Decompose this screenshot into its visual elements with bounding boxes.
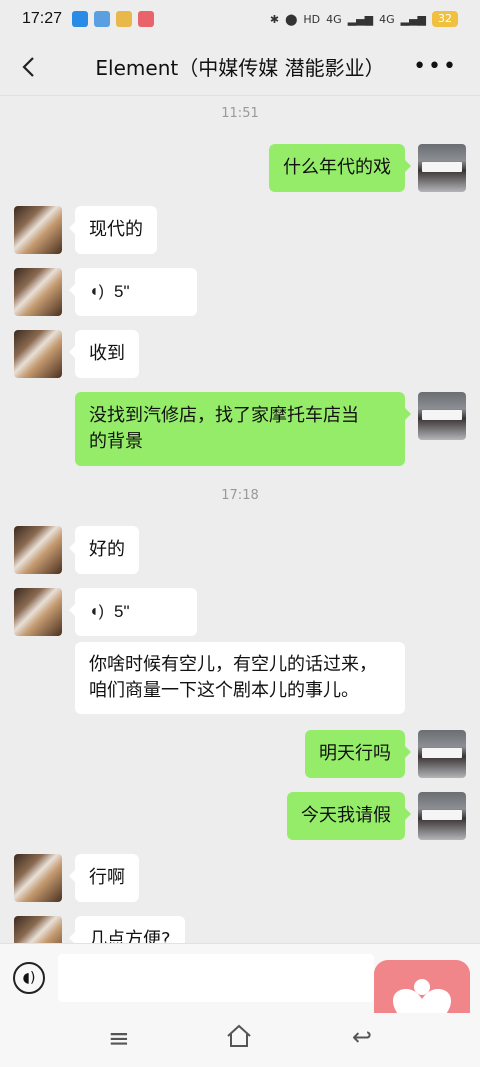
back-button[interactable] [14, 52, 44, 82]
system-nav-bar: ≡ ↩ [0, 1013, 480, 1067]
voice-message[interactable]: ◖) 5" [69, 268, 197, 316]
signal-icon: ▂▄▆ [347, 12, 374, 26]
menu-icon: ≡ [108, 1024, 130, 1054]
voice-input-button[interactable]: ◖) [13, 962, 45, 994]
chat-header: Element（中媒传媒 潜能影业） ••• [0, 38, 480, 96]
home-button[interactable] [225, 1023, 253, 1056]
message-bubble[interactable]: 好的 [69, 526, 139, 574]
avatar[interactable] [14, 268, 62, 316]
status-right: ✱ ⬤ HD 4G ▂▄▆ 4G ▂▄▆ 32 [270, 11, 458, 27]
timestamp: 17:18 [221, 488, 259, 503]
notification-icons [72, 11, 155, 27]
message-bubble[interactable]: 几点方便? [69, 916, 185, 943]
app-notification-icon [138, 11, 155, 27]
status-bar: 17:27 ✱ ⬤ HD 4G ▂▄▆ 4G ▂▄▆ 32 [0, 0, 480, 38]
message-bubble[interactable]: 你啥时候有空儿，有空儿的话过来， 咱们商量一下这个剧本儿的事儿。 [75, 642, 405, 714]
message-bubble[interactable]: 行啊 [69, 854, 139, 902]
message-bubble[interactable]: 没找到汽修店，找了家摩托车店当 的背景 [75, 392, 411, 466]
voice-wave-icon: ◖) [89, 603, 104, 620]
message-bubble[interactable]: 今天我请假 [287, 792, 411, 840]
message-bubble[interactable]: 现代的 [69, 206, 157, 254]
app-notification-icon [72, 11, 89, 27]
signal-icon: ▂▄▆ [400, 12, 426, 26]
message-bubble[interactable]: 收到 [69, 330, 139, 378]
voice-duration: 5" [114, 282, 130, 301]
message-input[interactable] [58, 954, 374, 1002]
avatar[interactable] [14, 916, 62, 943]
network-label-1: 4G [326, 12, 342, 26]
app-notification-icon [94, 11, 111, 27]
more-button[interactable]: ••• [413, 52, 458, 82]
hd-icon: HD [303, 12, 321, 26]
chevron-left-icon [22, 57, 34, 77]
avatar[interactable] [418, 144, 466, 192]
bluetooth-icon: ✱ [269, 12, 280, 26]
voice-wave-icon: ◖) [89, 283, 104, 300]
home-icon [227, 1024, 251, 1047]
message-line: 咱们商量一下这个剧本儿的事儿。 [89, 680, 359, 701]
avatar[interactable] [14, 526, 62, 574]
avatar[interactable] [14, 330, 62, 378]
message-line: 没找到汽修店，找了家摩托车店当 [89, 405, 359, 426]
network-label-2: 4G [379, 12, 395, 26]
menu-button[interactable]: ≡ [108, 1024, 130, 1054]
location-icon: ⬤ [285, 12, 298, 26]
status-time: 17:27 [22, 10, 63, 27]
avatar[interactable] [418, 730, 466, 778]
message-bubble[interactable]: 明天行吗 [305, 730, 411, 778]
voice-input-icon: ◖) [22, 970, 36, 986]
chat-title: Element（中媒传媒 潜能影业） [95, 56, 385, 80]
message-list[interactable]: 11:51 什么年代的戏 现代的 ◖) 5" 收到 没找到汽修店，找了家摩托车店… [0, 96, 480, 943]
voice-message[interactable]: ◖) 5" [69, 588, 197, 636]
timestamp: 11:51 [221, 106, 259, 121]
back-icon: ↩ [352, 1023, 373, 1051]
message-bubble[interactable]: 什么年代的戏 [269, 144, 411, 192]
avatar[interactable] [418, 792, 466, 840]
voice-duration: 5" [114, 602, 130, 621]
avatar[interactable] [14, 206, 62, 254]
message-line: 的背景 [89, 431, 143, 452]
avatar[interactable] [418, 392, 466, 440]
back-nav-button[interactable]: ↩ [352, 1023, 372, 1051]
avatar[interactable] [14, 588, 62, 636]
app-notification-icon [116, 11, 133, 27]
battery-indicator: 32 [432, 11, 458, 27]
ellipsis-icon: ••• [413, 54, 458, 79]
message-line: 你啥时候有空儿，有空儿的话过来， [89, 654, 377, 675]
avatar[interactable] [14, 854, 62, 902]
